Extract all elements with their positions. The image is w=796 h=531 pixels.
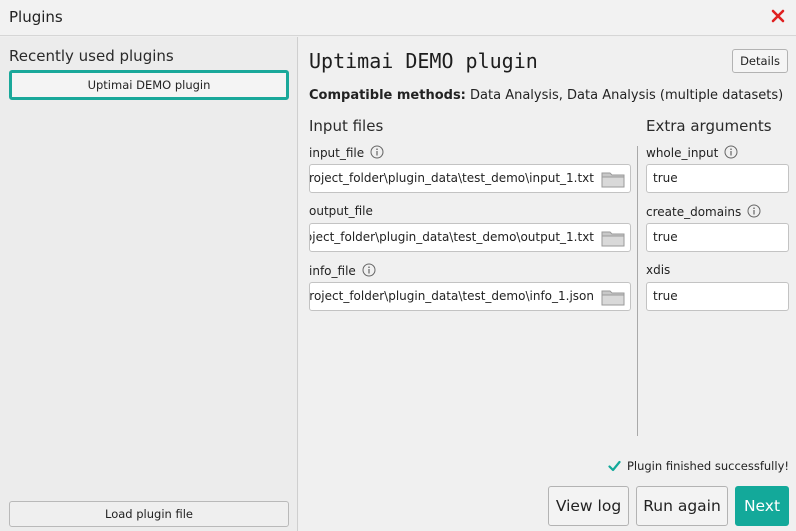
load-plugin-file-button[interactable]: Load plugin file xyxy=(9,501,289,527)
input-file-label: input_file xyxy=(309,145,384,160)
whole-input-field[interactable]: true xyxy=(646,164,789,193)
next-button[interactable]: Next xyxy=(735,486,789,526)
compatible-methods: Compatible methods: Data Analysis, Data … xyxy=(309,88,783,103)
input-file-value: project_folder\plugin_data\test_demo\inp… xyxy=(309,171,594,185)
folder-icon[interactable] xyxy=(600,169,626,189)
status-text: Plugin finished successfully! xyxy=(626,459,789,473)
info-icon[interactable] xyxy=(724,145,738,159)
title-bar: Plugins xyxy=(0,0,796,36)
compatible-methods-label: Compatible methods: xyxy=(309,88,466,103)
output-file-label-text: output_file xyxy=(309,204,373,218)
info-icon[interactable] xyxy=(747,204,761,218)
close-icon[interactable] xyxy=(769,7,787,25)
create-domains-label-text: create_domains xyxy=(646,205,742,219)
info-file-label-text: info_file xyxy=(309,264,356,278)
folder-icon[interactable] xyxy=(600,287,626,307)
folder-icon[interactable] xyxy=(600,228,626,248)
xdis-label: xdis xyxy=(646,263,670,277)
output-file-field[interactable]: project_folder\plugin_data\test_demo\out… xyxy=(309,223,631,252)
input-file-field[interactable]: project_folder\plugin_data\test_demo\inp… xyxy=(309,164,631,193)
run-again-button[interactable]: Run again xyxy=(636,486,728,526)
input-files-heading: Input files xyxy=(309,117,384,135)
whole-input-label-text: whole_input xyxy=(646,146,719,160)
sidebar-item-uptimai-demo-plugin[interactable]: Uptimai DEMO plugin xyxy=(9,70,289,100)
checkmark-icon xyxy=(608,460,621,472)
create-domains-label: create_domains xyxy=(646,204,761,219)
compatible-methods-value: Data Analysis, Data Analysis (multiple d… xyxy=(470,88,784,103)
info-file-field[interactable]: project_folder\plugin_data\test_demo\inf… xyxy=(309,282,631,311)
plugin-panel: Uptimai DEMO plugin Details Compatible m… xyxy=(299,37,796,531)
window-title: Plugins xyxy=(9,8,63,26)
xdis-field[interactable]: true xyxy=(646,282,789,311)
info-icon[interactable] xyxy=(362,263,376,277)
status-message: Plugin finished successfully! xyxy=(608,459,789,473)
view-log-button[interactable]: View log xyxy=(548,486,629,526)
info-icon[interactable] xyxy=(370,145,384,159)
output-file-value: project_folder\plugin_data\test_demo\out… xyxy=(309,230,594,244)
column-divider xyxy=(637,146,638,436)
output-file-label: output_file xyxy=(309,204,373,218)
sidebar-heading: Recently used plugins xyxy=(9,47,174,65)
info-file-value: project_folder\plugin_data\test_demo\inf… xyxy=(309,289,594,303)
sidebar: Recently used plugins Uptimai DEMO plugi… xyxy=(0,37,298,531)
details-button[interactable]: Details xyxy=(732,49,788,73)
create-domains-field[interactable]: true xyxy=(646,223,789,252)
info-file-label: info_file xyxy=(309,263,376,278)
xdis-label-text: xdis xyxy=(646,263,671,277)
whole-input-label: whole_input xyxy=(646,145,738,160)
input-file-label-text: input_file xyxy=(309,146,365,160)
plugin-title: Uptimai DEMO plugin xyxy=(309,49,538,73)
extra-arguments-heading: Extra arguments xyxy=(646,117,772,135)
